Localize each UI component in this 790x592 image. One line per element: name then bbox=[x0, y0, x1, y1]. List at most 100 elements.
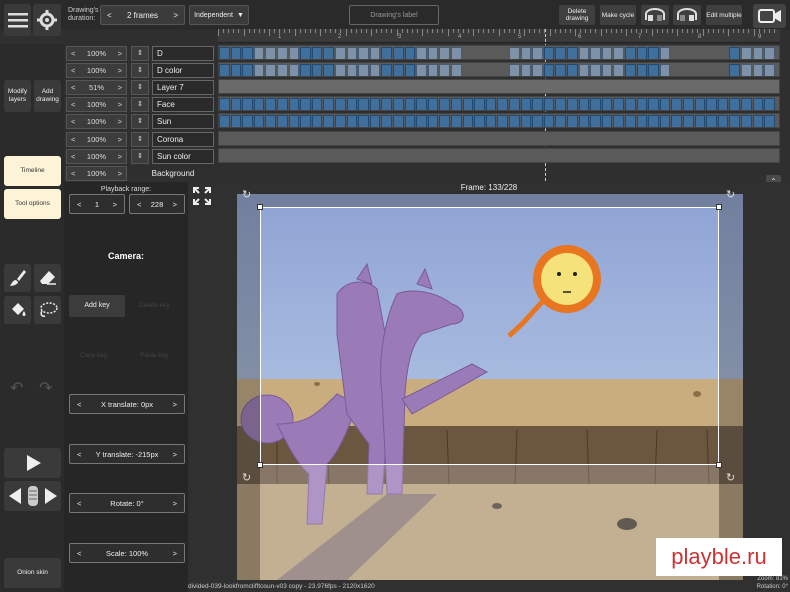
brush-tool-button[interactable] bbox=[4, 264, 31, 292]
timeline-cell[interactable] bbox=[741, 98, 752, 110]
timeline-cell[interactable] bbox=[764, 64, 775, 76]
layer-track[interactable] bbox=[218, 79, 780, 94]
opacity-stepper[interactable]: <100% > bbox=[66, 62, 127, 78]
rotate-handle-icon[interactable]: ↻ bbox=[242, 188, 251, 201]
modify-layers-button[interactable]: Modify layers bbox=[4, 80, 31, 112]
rotate-handle-icon[interactable]: ↻ bbox=[242, 471, 251, 484]
tab-timeline[interactable]: Timeline bbox=[4, 156, 61, 186]
flip-right-button[interactable] bbox=[673, 5, 701, 25]
rotate-stepper[interactable]: < Rotate: 0° > bbox=[69, 493, 185, 513]
camera-button[interactable] bbox=[753, 4, 786, 28]
decrement-arrow[interactable]: < bbox=[71, 49, 75, 58]
y-translate-stepper[interactable]: < Y translate: -215px > bbox=[69, 444, 185, 464]
timeline-cell[interactable] bbox=[242, 47, 253, 59]
mode-dropdown[interactable]: Independent ▼ bbox=[189, 5, 249, 25]
increment-arrow[interactable]: > bbox=[173, 499, 177, 508]
fill-tool-button[interactable] bbox=[4, 296, 31, 324]
timeline-cell[interactable] bbox=[265, 47, 276, 59]
timeline-cell[interactable] bbox=[369, 47, 381, 59]
timeline-cell[interactable] bbox=[590, 47, 601, 59]
timeline-cell[interactable] bbox=[555, 98, 566, 110]
timeline-cell[interactable] bbox=[752, 98, 764, 110]
timeline-cell[interactable] bbox=[694, 98, 706, 110]
increment-arrow[interactable]: > bbox=[118, 49, 122, 58]
edit-multiple-button[interactable]: Edit multiple bbox=[706, 5, 742, 25]
onion-skin-button[interactable]: Onion skin bbox=[4, 558, 61, 588]
timeline-cell[interactable] bbox=[729, 47, 740, 59]
timeline-cell[interactable] bbox=[741, 64, 752, 76]
timeline-cell[interactable] bbox=[369, 64, 381, 76]
timeline-cell[interactable] bbox=[717, 98, 729, 110]
timeline-cell[interactable] bbox=[277, 47, 288, 59]
timeline-cell[interactable] bbox=[311, 47, 323, 59]
timeline-cell[interactable] bbox=[578, 64, 590, 76]
timeline-cell[interactable] bbox=[346, 47, 358, 59]
timeline-cell[interactable] bbox=[764, 115, 775, 127]
timeline-cell[interactable] bbox=[253, 98, 265, 110]
timeline-cell[interactable] bbox=[381, 47, 392, 59]
timeline-cell[interactable] bbox=[567, 115, 578, 127]
timeline-cell[interactable] bbox=[590, 98, 601, 110]
timeline-cell[interactable] bbox=[613, 98, 624, 110]
timeline-cell[interactable] bbox=[474, 115, 485, 127]
timeline-cell[interactable] bbox=[393, 98, 404, 110]
timeline-cell[interactable] bbox=[497, 115, 508, 127]
increment-arrow[interactable]: > bbox=[118, 169, 122, 178]
timeline-cell[interactable] bbox=[706, 98, 717, 110]
timeline-cell[interactable] bbox=[729, 115, 740, 127]
timeline-cell[interactable] bbox=[369, 98, 381, 110]
rotate-handle-icon[interactable]: ↻ bbox=[726, 188, 735, 201]
layer-row[interactable]: <100% > ⇕ Face bbox=[66, 96, 214, 112]
timeline-cell[interactable] bbox=[288, 47, 300, 59]
layer-name[interactable]: Corona bbox=[152, 131, 214, 147]
timeline-cell[interactable] bbox=[416, 64, 427, 76]
timeline-cell[interactable] bbox=[427, 115, 439, 127]
timeline-cell[interactable] bbox=[265, 98, 276, 110]
timeline-cell[interactable] bbox=[323, 98, 334, 110]
timeline-cell[interactable] bbox=[265, 115, 276, 127]
delete-drawing-button[interactable]: Delete drawing bbox=[559, 5, 595, 25]
timeline-cell[interactable] bbox=[567, 64, 578, 76]
timeline-cell[interactable] bbox=[381, 115, 392, 127]
timeline-cell[interactable] bbox=[219, 64, 230, 76]
make-cycle-button[interactable]: Make cycle bbox=[600, 5, 636, 25]
timeline-cell[interactable] bbox=[404, 115, 416, 127]
timeline-cell[interactable] bbox=[752, 47, 764, 59]
timeline-cell[interactable] bbox=[485, 98, 497, 110]
timeline-cell[interactable] bbox=[590, 115, 601, 127]
timeline-cell[interactable] bbox=[416, 115, 427, 127]
layer-row[interactable]: <100% > ⇕ D bbox=[66, 45, 214, 61]
timeline-cell[interactable] bbox=[462, 115, 474, 127]
opacity-stepper[interactable]: <100% > bbox=[66, 113, 127, 129]
decrement-arrow[interactable]: < bbox=[77, 400, 81, 409]
timeline-cell[interactable] bbox=[323, 115, 334, 127]
timeline-cell[interactable] bbox=[625, 47, 636, 59]
timeline-cell[interactable] bbox=[613, 47, 624, 59]
timeline-cell[interactable] bbox=[288, 64, 300, 76]
timeline-cell[interactable] bbox=[601, 98, 613, 110]
decrement-arrow[interactable]: < bbox=[107, 11, 112, 20]
frame-stepper[interactable] bbox=[4, 481, 61, 511]
increment-arrow[interactable]: > bbox=[173, 11, 178, 20]
resize-handle-tr[interactable] bbox=[716, 204, 722, 210]
timeline-cell[interactable] bbox=[416, 98, 427, 110]
timeline-cell[interactable] bbox=[636, 98, 648, 110]
timeline-cell[interactable] bbox=[335, 47, 346, 59]
timeline-cell[interactable] bbox=[427, 47, 439, 59]
timeline-cell[interactable] bbox=[555, 47, 566, 59]
increment-arrow[interactable]: > bbox=[173, 549, 177, 558]
timeline-cell[interactable] bbox=[335, 64, 346, 76]
timeline-cell[interactable] bbox=[277, 98, 288, 110]
opacity-stepper[interactable]: <100% > bbox=[66, 96, 127, 112]
redo-icon[interactable]: ↷ bbox=[39, 378, 52, 398]
tab-tool-options[interactable]: Tool options bbox=[4, 189, 61, 219]
timeline-cell[interactable] bbox=[625, 98, 636, 110]
timeline-cell[interactable] bbox=[752, 115, 764, 127]
timeline-cell[interactable] bbox=[404, 64, 416, 76]
decrement-arrow[interactable]: < bbox=[71, 117, 75, 126]
timeline-cell[interactable] bbox=[451, 64, 462, 76]
timeline-cell[interactable] bbox=[242, 98, 253, 110]
timeline-cell[interactable] bbox=[439, 64, 450, 76]
timeline-cell[interactable] bbox=[393, 64, 404, 76]
timeline-cell[interactable] bbox=[300, 64, 311, 76]
